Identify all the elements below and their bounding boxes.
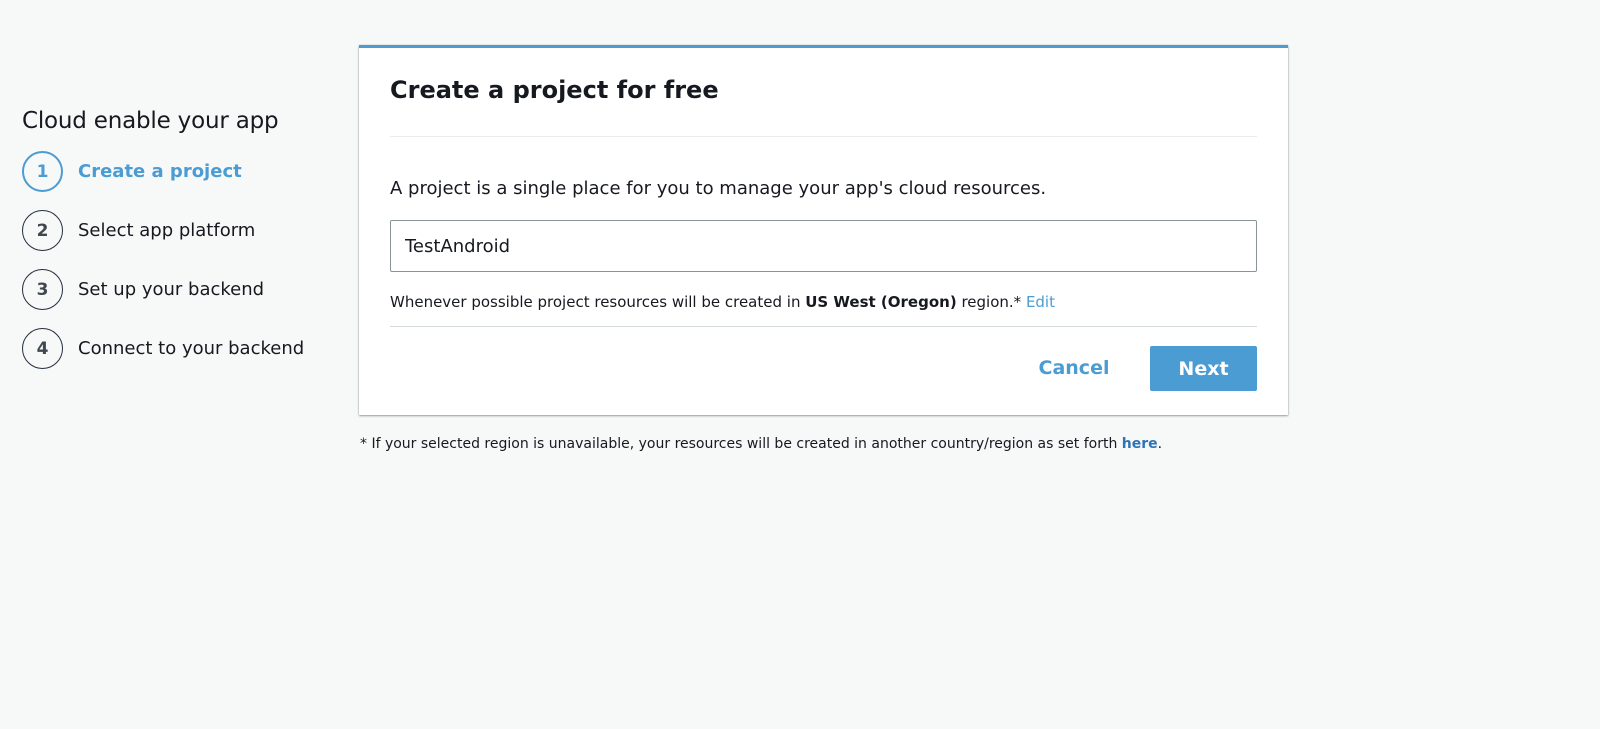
footnote-end: . xyxy=(1157,436,1163,452)
footnote-text: * If your selected region is unavailable… xyxy=(360,436,1122,452)
edit-region-link[interactable]: Edit xyxy=(1026,293,1055,311)
step-label: Select app platform xyxy=(78,220,256,241)
step-connect-backend[interactable]: 4 Connect to your backend xyxy=(22,326,342,371)
region-footnote: * If your selected region is unavailable… xyxy=(360,436,1162,452)
region-name: US West (Oregon) xyxy=(805,293,957,311)
region-note-suffix: region.* xyxy=(956,293,1026,311)
divider xyxy=(390,136,1257,137)
divider xyxy=(390,326,1257,327)
region-note: Whenever possible project resources will… xyxy=(390,293,1055,311)
sidebar-title: Cloud enable your app xyxy=(22,108,279,134)
next-button[interactable]: Next xyxy=(1150,346,1257,391)
create-project-card: Create a project for free A project is a… xyxy=(359,45,1288,415)
step-number-circle: 4 xyxy=(22,328,63,369)
step-label: Set up your backend xyxy=(78,279,265,300)
project-description: A project is a single place for you to m… xyxy=(390,178,1047,199)
card-title: Create a project for free xyxy=(390,76,719,104)
step-create-project[interactable]: 1 Create a project xyxy=(22,149,342,194)
step-number-circle: 3 xyxy=(22,269,63,310)
wizard-steps: 1 Create a project 2 Select app platform… xyxy=(22,149,342,371)
step-number-circle: 2 xyxy=(22,210,63,251)
step-setup-backend[interactable]: 3 Set up your backend xyxy=(22,267,342,312)
cancel-button[interactable]: Cancel xyxy=(1024,346,1124,390)
wizard-sidebar: Cloud enable your app 1 Create a project… xyxy=(22,108,342,385)
footnote-here-link[interactable]: here xyxy=(1122,436,1158,452)
project-name-input[interactable] xyxy=(390,220,1257,272)
step-select-platform[interactable]: 2 Select app platform xyxy=(22,208,342,253)
region-note-prefix: Whenever possible project resources will… xyxy=(390,293,806,311)
step-label: Create a project xyxy=(78,161,242,182)
step-number-circle: 1 xyxy=(22,151,63,192)
step-label: Connect to your backend xyxy=(78,338,305,359)
